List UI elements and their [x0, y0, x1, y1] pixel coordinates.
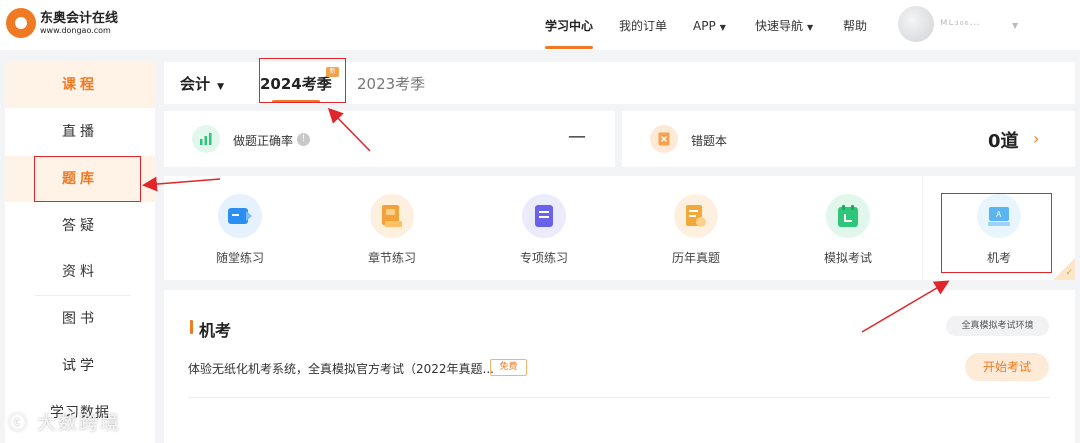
nav-my-orders[interactable]: 我的订单	[619, 0, 667, 50]
mock-exam-clock-icon	[826, 194, 870, 238]
sidebar: 课程 直播 题库 答疑 资料 图书 试学 学习数据	[5, 62, 155, 443]
chevron-right-icon[interactable]: ›	[1033, 129, 1039, 148]
chapter-book-icon	[370, 194, 414, 238]
practice-mock-exam[interactable]: 模拟考试	[772, 176, 924, 280]
sidebar-item-books[interactable]: 图书	[5, 296, 155, 342]
accuracy-card: 做题正确率 ! —	[164, 111, 615, 167]
subject-selector[interactable]: 会计 ▼	[180, 73, 224, 94]
sidebar-item-qa[interactable]: 答疑	[5, 203, 155, 249]
nav-learning-center[interactable]: 学习中心	[545, 0, 594, 50]
username[interactable]: ᴍʟ₃₀₆…	[940, 17, 981, 28]
practice-label: 历年真题	[671, 251, 720, 265]
practice-class-exercises[interactable]: 随堂练习	[164, 176, 316, 280]
environment-tag: 全真模拟考试环境	[946, 316, 1049, 336]
notebook-icon	[650, 125, 678, 153]
top-header: 东奥会计在线 www.dongao.com 学习中心 我的订单 APP ▼ 快速导…	[0, 0, 1080, 50]
nav-help[interactable]: 帮助	[843, 0, 867, 50]
classroom-card-icon	[218, 194, 262, 238]
practice-special-exercises[interactable]: 专项练习	[468, 176, 620, 280]
watermark: ⓒ 大数跨境	[8, 412, 122, 434]
site-logo[interactable]: 东奥会计在线 www.dongao.com	[6, 8, 118, 38]
panel-title: 机考	[190, 317, 231, 341]
wrong-questions-card[interactable]: 错题本 0道 ›	[622, 111, 1075, 167]
accuracy-label: 做题正确率	[233, 134, 294, 148]
accuracy-value: —	[568, 126, 586, 147]
practice-chapter-exercises[interactable]: 章节练习	[316, 176, 468, 280]
practice-row: 随堂练习 章节练习 专项练习 历年真题 模拟考试 A 机考 ✓	[164, 176, 1075, 280]
chart-bar-icon	[192, 125, 220, 153]
practice-label: 专项练习	[519, 251, 568, 265]
sidebar-item-materials[interactable]: 资料	[5, 249, 155, 295]
caret-down-icon: ▼	[719, 23, 726, 32]
sidebar-item-live[interactable]: 直播	[5, 109, 155, 155]
sidebar-item-courses[interactable]: 课程	[5, 62, 155, 108]
annotation-box-computer-exam	[941, 193, 1052, 273]
free-badge: 免费	[490, 359, 527, 376]
caret-down-icon: ▼	[214, 82, 225, 92]
logo-name: 东奥会计在线	[40, 10, 119, 26]
practice-label: 随堂练习	[215, 251, 264, 265]
user-menu-caret-icon[interactable]: ▼	[1012, 0, 1018, 50]
nav-quick-navigation[interactable]: 快速导航 ▼	[755, 0, 813, 50]
caret-down-icon: ▼	[807, 23, 814, 32]
checkmark-icon: ✓	[1065, 268, 1073, 278]
annotation-box-question-bank	[34, 156, 141, 202]
practice-label: 模拟考试	[823, 251, 872, 265]
wrongbook-count: 0道	[988, 131, 1019, 152]
practice-label: 章节练习	[367, 251, 416, 265]
nav-app[interactable]: APP ▼	[693, 0, 726, 50]
start-exam-button[interactable]: 开始考试	[965, 353, 1049, 381]
computer-exam-panel: 机考 全真模拟考试环境 体验无纸化机考系统，全真模拟官方考试（2022年真题..…	[164, 290, 1075, 443]
user-avatar[interactable]	[898, 6, 934, 42]
special-doc-icon	[522, 194, 566, 238]
practice-past-exams[interactable]: 历年真题	[620, 176, 772, 280]
info-icon[interactable]: !	[297, 133, 310, 146]
sidebar-item-trial[interactable]: 试学	[5, 343, 155, 389]
annotation-box-season-tab	[259, 58, 346, 103]
divider	[188, 397, 1051, 398]
past-exam-paper-icon	[674, 194, 718, 238]
wrongbook-label: 错题本	[691, 134, 728, 148]
logo-url: www.dongao.com	[40, 25, 111, 35]
exam-description: 体验无纸化机考系统，全真模拟官方考试（2022年真题...	[188, 362, 494, 376]
tab-2023-season[interactable]: 2023考季	[357, 73, 425, 94]
logo-icon	[6, 8, 36, 38]
